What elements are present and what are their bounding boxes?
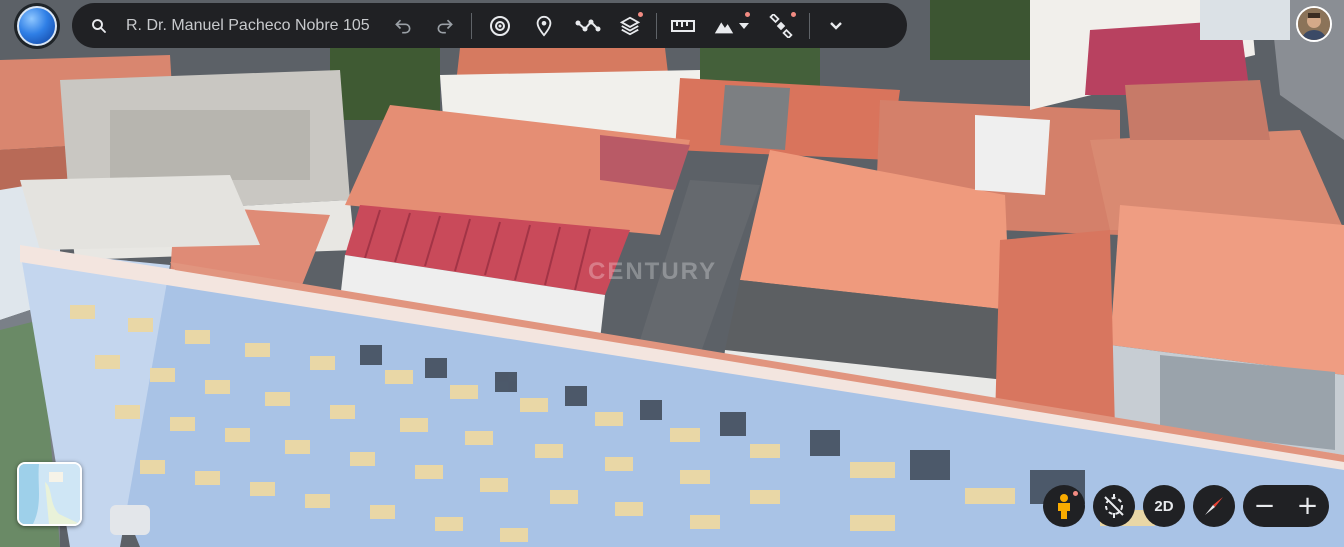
compass-button[interactable] [1193, 485, 1235, 527]
voyager-button[interactable] [478, 3, 522, 48]
zoom-in-button[interactable]: + [1286, 485, 1329, 527]
pegman-icon [1058, 494, 1070, 519]
voyager-icon [490, 15, 510, 36]
undo-icon [395, 19, 411, 33]
ruler-icon [671, 19, 695, 32]
tilt-rotate-button[interactable] [1093, 485, 1135, 527]
rotate-tilt-icon [1104, 494, 1124, 518]
elevation-icon [714, 21, 734, 33]
chevron-down-icon [830, 21, 842, 30]
search-icon [92, 18, 106, 33]
top-toolbar: R. Dr. Manuel Pacheco Nobre 105 [72, 3, 907, 48]
redo-icon [437, 19, 453, 33]
satellite-layers-button[interactable] [759, 3, 803, 48]
zoom-controls: − + [1243, 485, 1329, 527]
toolbar-divider [809, 12, 810, 39]
zoom-out-button[interactable]: − [1243, 485, 1286, 527]
toolbar-divider [656, 12, 657, 39]
account-avatar[interactable] [1296, 6, 1332, 42]
toolbar-divider [471, 12, 472, 39]
zoom-out-symbol: − [1253, 491, 1276, 521]
redo-button[interactable] [425, 3, 465, 48]
elevation-profile-button[interactable] [703, 3, 759, 48]
globe-icon [17, 6, 57, 46]
more-tools-button[interactable] [816, 3, 856, 48]
satellite-icon [769, 13, 793, 38]
notification-dot [638, 12, 643, 17]
view-mode-label: 2D [1154, 497, 1174, 515]
street-view-button[interactable] [1043, 485, 1085, 527]
search-box[interactable]: R. Dr. Manuel Pacheco Nobre 105 [72, 3, 381, 48]
search-input[interactable]: R. Dr. Manuel Pacheco Nobre 105 [126, 17, 376, 35]
measure-button[interactable] [663, 3, 703, 48]
imagery-watermark: CENTURY [588, 258, 718, 285]
compass-icon [1205, 497, 1223, 515]
map-style-button[interactable] [610, 3, 650, 48]
dropdown-arrow-icon [739, 22, 749, 29]
notification-dot [1073, 491, 1078, 496]
map-thumbnail-icon [19, 464, 80, 524]
path-icon [575, 19, 601, 31]
zoom-in-symbol: + [1296, 491, 1319, 521]
earth-globe-button[interactable] [14, 3, 60, 49]
map-layer-thumbnail[interactable] [17, 462, 82, 526]
notification-dot [745, 12, 750, 17]
user-avatar-icon [1298, 8, 1330, 40]
add-placemark-button[interactable] [522, 3, 566, 48]
place-pin-icon [536, 15, 552, 37]
layers-icon [619, 16, 641, 35]
undo-button[interactable] [381, 3, 425, 48]
view-2d-button[interactable]: 2D [1143, 485, 1185, 527]
draw-path-button[interactable] [566, 3, 610, 48]
notification-dot [791, 12, 796, 17]
